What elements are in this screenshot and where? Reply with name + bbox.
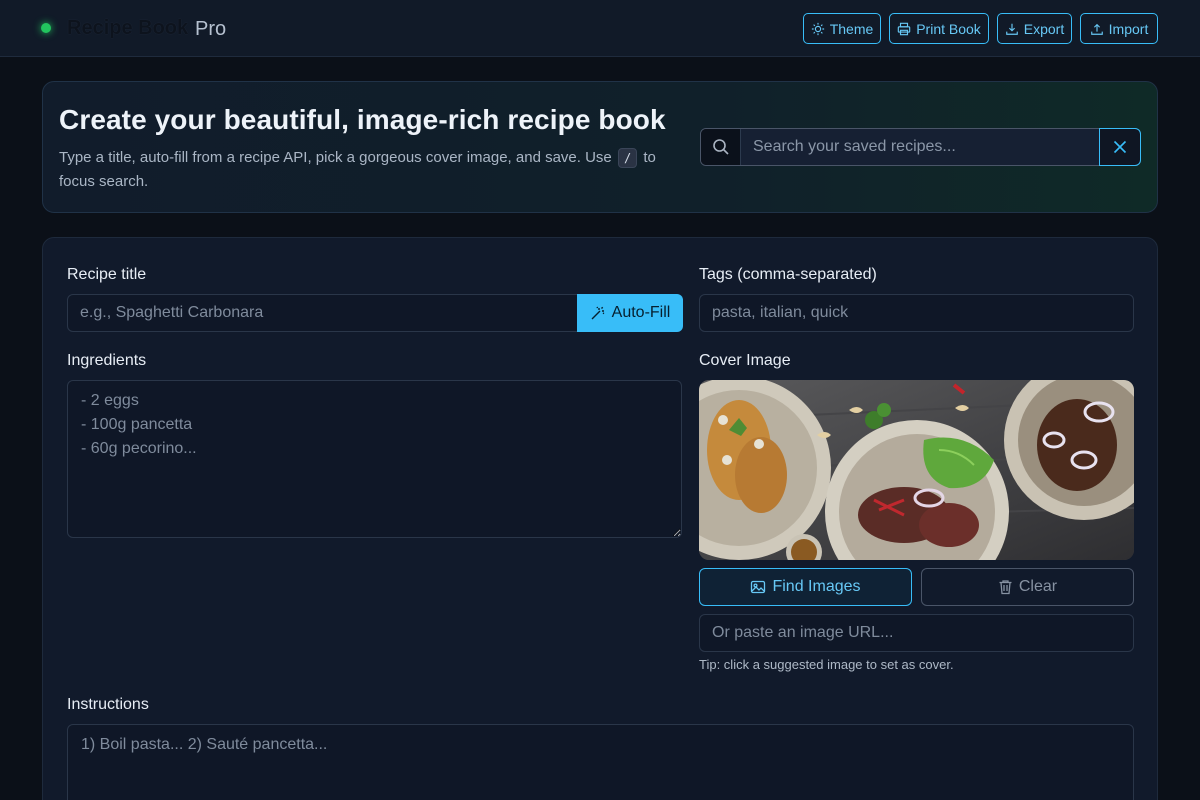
close-icon xyxy=(1113,140,1127,154)
clear-image-button[interactable]: Clear xyxy=(921,568,1134,606)
printer-icon xyxy=(897,22,911,35)
ingredients-label: Ingredients xyxy=(67,352,147,369)
search-icon-box xyxy=(701,129,741,165)
upload-icon xyxy=(1090,23,1103,35)
instructions-label: Instructions xyxy=(67,696,149,713)
page-title: Create your beautiful, image-rich recipe… xyxy=(59,104,666,135)
keyboard-shortcut-badge: / xyxy=(617,148,638,168)
image-icon xyxy=(751,580,766,594)
search-icon xyxy=(712,139,729,155)
print-book-button[interactable]: Print Book xyxy=(889,13,989,44)
hero-card: Create your beautiful, image-rich recipe… xyxy=(42,81,1158,213)
magic-wand-icon xyxy=(591,306,605,320)
cover-tip-text: Tip: click a suggested image to set as c… xyxy=(699,657,954,672)
clear-search-button[interactable] xyxy=(1099,128,1141,166)
recipe-form: Recipe title Auto-Fill Tags (comma-separ… xyxy=(42,237,1158,800)
auto-fill-label: Auto-Fill xyxy=(611,304,671,321)
brand-suffix: Pro xyxy=(195,18,227,40)
cover-image-label: Cover Image xyxy=(699,352,791,369)
import-button-label: Import xyxy=(1108,20,1149,37)
search-input[interactable] xyxy=(741,129,1140,165)
theme-button[interactable]: Theme xyxy=(803,13,881,44)
auto-fill-button[interactable]: Auto-Fill xyxy=(577,294,683,332)
find-images-button[interactable]: Find Images xyxy=(699,568,912,606)
brand-name: Recipe Book xyxy=(67,17,189,39)
top-bar: Recipe Book Pro Theme Print Book Export … xyxy=(0,0,1200,57)
export-button-label: Export xyxy=(1023,20,1065,37)
clear-image-label: Clear xyxy=(1018,578,1058,595)
ingredients-textarea[interactable] xyxy=(67,380,682,538)
tags-input[interactable] xyxy=(699,294,1134,332)
print-book-label: Print Book xyxy=(916,20,981,37)
search-bar xyxy=(700,128,1141,166)
status-dot-icon xyxy=(41,23,51,33)
import-button[interactable]: Import xyxy=(1080,13,1158,44)
theme-button-label: Theme xyxy=(829,20,874,37)
sun-icon xyxy=(811,22,824,35)
cover-image[interactable] xyxy=(699,380,1134,560)
hero-description: Type a title, auto-fill from a recipe AP… xyxy=(59,146,679,194)
instructions-textarea[interactable] xyxy=(67,724,1134,800)
recipe-title-label: Recipe title xyxy=(67,266,147,283)
trash-icon xyxy=(999,580,1012,595)
download-icon xyxy=(1005,23,1018,35)
hero-description-text: Type a title, auto-fill from a recipe AP… xyxy=(59,149,612,166)
food-photo xyxy=(699,380,1134,560)
recipe-title-input[interactable] xyxy=(67,294,579,332)
export-button[interactable]: Export xyxy=(997,13,1072,44)
image-url-input[interactable] xyxy=(699,614,1134,652)
tags-label: Tags (comma-separated) xyxy=(699,266,877,283)
find-images-label: Find Images xyxy=(772,578,861,595)
